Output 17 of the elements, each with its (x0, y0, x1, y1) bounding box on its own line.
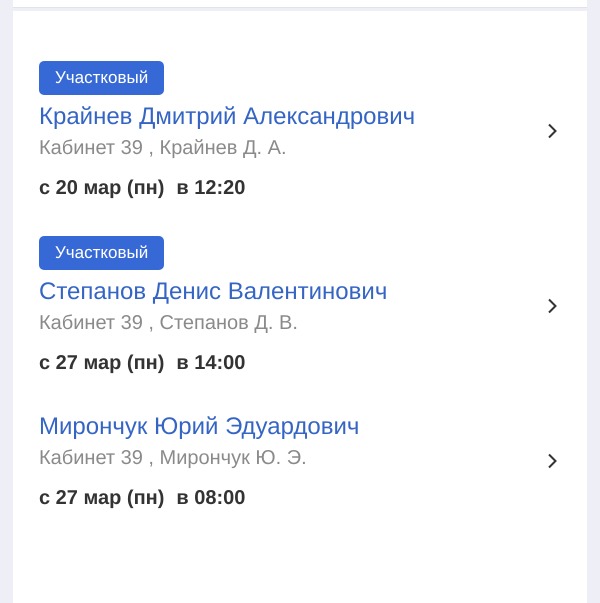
doctor-name[interactable]: Мирончук Юрий Эдуардович (39, 411, 360, 443)
office-text: Кабинет 39 , Мирончук Ю. Э. (39, 446, 307, 471)
chevron-right-icon[interactable] (547, 122, 557, 138)
chevron-right-icon[interactable] (547, 452, 557, 468)
office-text: Кабинет 39 , Степанов Д. В. (39, 311, 298, 336)
role-badge: Участковый (39, 236, 164, 270)
role-badge: Участковый (39, 61, 164, 95)
doctor-name[interactable]: Крайнев Дмитрий Александрович (39, 101, 416, 133)
office-text: Кабинет 39 , Крайнев Д. А. (39, 136, 287, 161)
time-text: в 08:00 (176, 487, 246, 510)
time-text: в 12:20 (176, 177, 246, 200)
time-text: в 14:00 (176, 352, 246, 375)
date-text: с 20 мар (пн) (39, 177, 164, 200)
date-text: с 27 мар (пн) (39, 487, 164, 510)
date-text: с 27 мар (пн) (39, 352, 164, 375)
doctor-name[interactable]: Степанов Денис Валентинович (39, 276, 388, 308)
chevron-right-icon[interactable] (547, 298, 557, 314)
